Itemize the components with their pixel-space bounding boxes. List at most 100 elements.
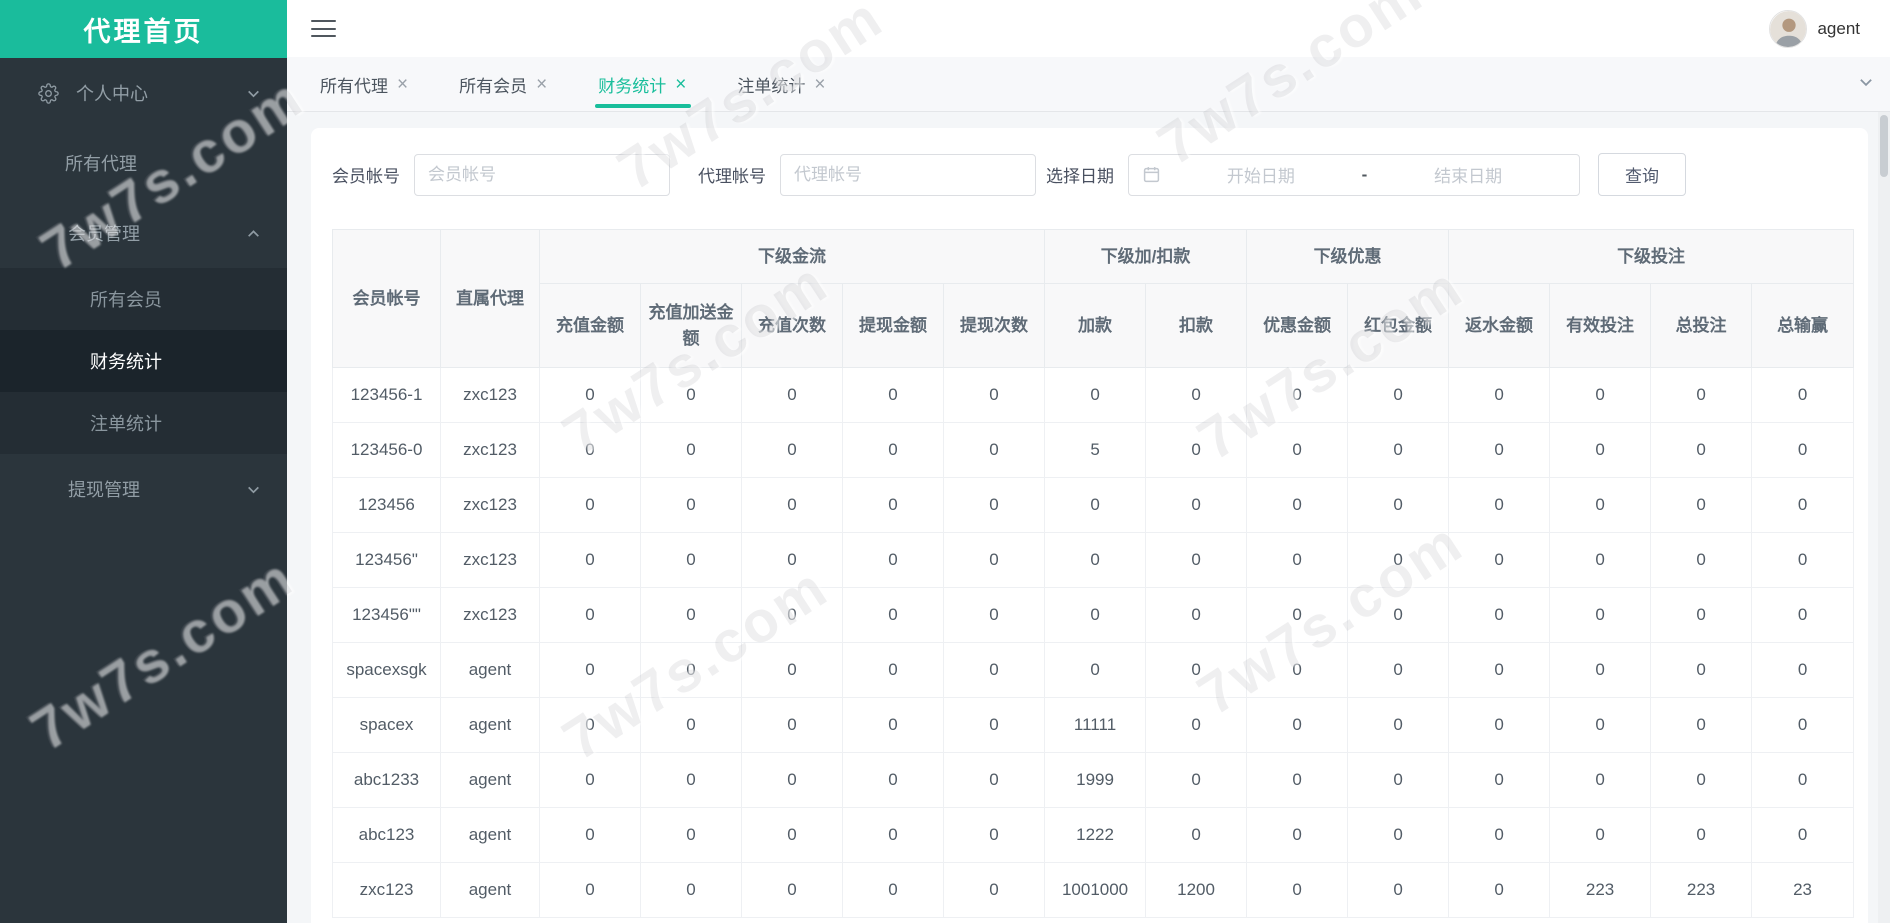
cell-member-account: spacexsgk (332, 642, 441, 698)
end-date-placeholder[interactable]: 结束日期 (1371, 162, 1565, 187)
cell-value: 0 (640, 477, 742, 533)
user-avatar[interactable] (1769, 9, 1808, 48)
cell-value: 0 (1448, 532, 1551, 588)
close-icon[interactable]: × (814, 75, 825, 94)
cell-value: 0 (1347, 477, 1450, 533)
cell-value: 0 (1044, 587, 1147, 643)
sidebar-item-finance-stats[interactable]: 财务统计 (0, 330, 287, 392)
cell-value: 0 (1347, 587, 1450, 643)
table-row: 123456-1 zxc123 0 0 0 0 0 0 0 0 0 0 0 0 0 (332, 367, 1855, 423)
sidebar-item-personal-center[interactable]: 个人中心 (0, 58, 287, 128)
cell-value: 0 (640, 532, 742, 588)
column-header: 总输赢 (1751, 283, 1855, 368)
cell-value: 0 (741, 752, 843, 808)
cell-member-account: 123456 (332, 477, 441, 533)
chevron-down-icon (246, 482, 261, 497)
cell-value: 0 (539, 532, 641, 588)
scrollbar-thumb[interactable] (1880, 115, 1888, 177)
cell-value: 0 (1347, 532, 1450, 588)
tab-bar: 所有代理 × 所有会员 × 财务统计 × 注单统计 × (287, 57, 1890, 112)
cell-value: 1200 (1145, 862, 1248, 918)
cell-value: 0 (1650, 697, 1753, 753)
cell-value: 0 (1751, 477, 1855, 533)
cell-member-account: 123456" (332, 532, 441, 588)
query-button[interactable]: 查询 (1598, 153, 1686, 196)
column-header: 充值次数 (741, 283, 843, 368)
cell-member-account: zxc123 (332, 862, 441, 918)
sidebar-item-member-management[interactable]: 会员管理 (0, 198, 287, 268)
cell-value: 0 (1044, 367, 1147, 423)
sidebar-item-order-stats[interactable]: 注单统计 (0, 392, 287, 454)
tab-finance-stats[interactable]: 财务统计 × (595, 57, 692, 112)
cell-value: 0 (539, 587, 641, 643)
close-icon[interactable]: × (397, 75, 408, 94)
cell-value: 223 (1549, 862, 1652, 918)
sidebar-item-all-agents[interactable]: 所有代理 (0, 128, 287, 198)
cell-value: 0 (741, 532, 843, 588)
cell-value: 0 (539, 697, 641, 753)
sidebar: 代理首页 个人中心 所有代理 会员管理 所有会员 财务统计 注单统计 提现管理 (0, 0, 287, 923)
tab-label: 财务统计 (598, 76, 667, 96)
cell-value: 0 (942, 807, 1046, 863)
sidebar-item-withdrawal-management[interactable]: 提现管理 (0, 454, 287, 524)
member-account-input[interactable] (414, 153, 670, 196)
column-header: 有效投注 (1549, 283, 1652, 368)
cell-value: 0 (539, 752, 641, 808)
cell-value: 0 (942, 367, 1046, 423)
column-group-header: 下级优惠 (1246, 229, 1450, 284)
close-icon[interactable]: × (675, 75, 686, 94)
cell-value: 0 (842, 642, 944, 698)
cell-value: 0 (942, 697, 1046, 753)
close-icon[interactable]: × (536, 75, 547, 94)
cell-value: 0 (640, 422, 742, 478)
cell-value: 0 (1549, 367, 1652, 423)
scrollbar[interactable] (1878, 112, 1890, 923)
cell-value: 0 (1751, 642, 1855, 698)
hamburger-menu-icon[interactable] (311, 20, 336, 37)
cell-value: 0 (1246, 862, 1349, 918)
cell-value: 0 (1751, 587, 1855, 643)
cell-value: 0 (1650, 642, 1753, 698)
cell-direct-agent: agent (440, 807, 540, 863)
cell-direct-agent: agent (440, 862, 540, 918)
cell-value: 0 (1145, 532, 1248, 588)
date-range-picker[interactable]: 开始日期 - 结束日期 (1128, 153, 1580, 196)
column-header: 加款 (1044, 283, 1147, 368)
cell-direct-agent: zxc123 (440, 532, 540, 588)
cell-member-account: 123456-0 (332, 422, 441, 478)
username-label[interactable]: agent (1817, 19, 1860, 39)
cell-value: 0 (1751, 697, 1855, 753)
cell-value: 0 (842, 532, 944, 588)
cell-value: 0 (842, 367, 944, 423)
tab-all-agents[interactable]: 所有代理 × (320, 57, 408, 112)
cell-direct-agent: agent (440, 642, 540, 698)
table-row: zxc123 agent 0 0 0 0 0 1001000 1200 0 0 0 223 223 23 (332, 862, 1855, 918)
agent-account-input[interactable] (780, 153, 1036, 196)
cell-value: 0 (1347, 367, 1450, 423)
tab-order-stats[interactable]: 注单统计 × (737, 57, 825, 112)
cell-value: 0 (1145, 807, 1248, 863)
cell-member-account: 123456-1 (332, 367, 441, 423)
cell-value: 0 (1145, 367, 1248, 423)
cell-value: 0 (1448, 642, 1551, 698)
cell-value: 0 (741, 367, 843, 423)
cell-value: 0 (1448, 367, 1551, 423)
cell-value: 0 (842, 422, 944, 478)
tab-label: 注单统计 (737, 76, 806, 96)
chevron-up-icon (246, 226, 261, 241)
cell-value: 0 (1246, 697, 1349, 753)
cell-value: 0 (1145, 642, 1248, 698)
tab-overflow-button[interactable] (1858, 57, 1874, 111)
cell-value: 0 (640, 367, 742, 423)
cell-value: 0 (1448, 587, 1551, 643)
cell-value: 0 (842, 862, 944, 918)
finance-table: 会员帐号 直属代理 下级金流 下级加/扣款 下级优惠 下级投注 充值金额 充值加送金额 充值次数… (332, 229, 1855, 918)
tab-all-members[interactable]: 所有会员 × (459, 57, 547, 112)
cell-value: 0 (942, 477, 1046, 533)
calendar-icon (1143, 166, 1160, 183)
cell-value: 0 (1145, 752, 1248, 808)
column-header: 直属代理 (440, 229, 540, 368)
cell-direct-agent: agent (440, 697, 540, 753)
start-date-placeholder[interactable]: 开始日期 (1164, 162, 1358, 187)
sidebar-item-all-members[interactable]: 所有会员 (0, 268, 287, 330)
